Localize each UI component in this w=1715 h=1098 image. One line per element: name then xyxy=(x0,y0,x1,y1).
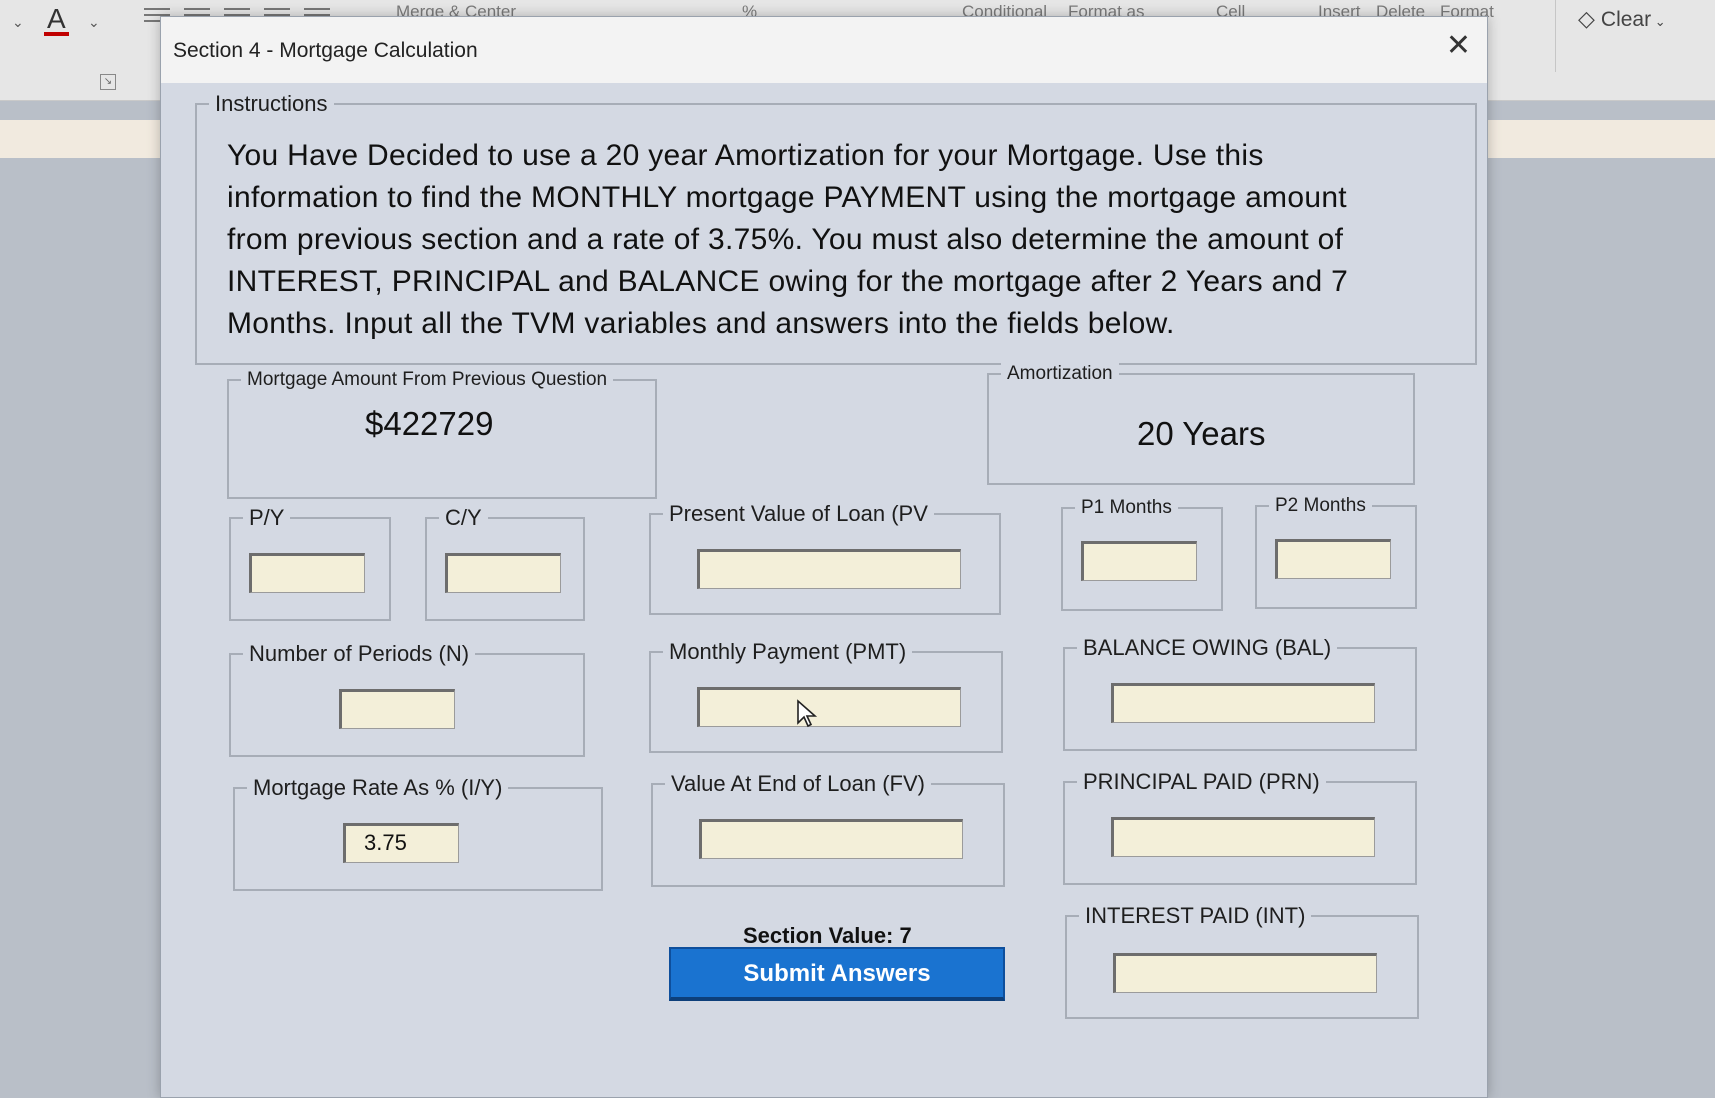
n-input[interactable] xyxy=(339,689,455,729)
pv-label: Present Value of Loan (PV xyxy=(663,501,934,527)
mortgage-amount-value: $422729 xyxy=(365,405,494,442)
instructions-group: Instructions You Have Decided to use a 2… xyxy=(195,91,1477,365)
p2-months-group: P2 Months xyxy=(1255,495,1417,609)
dialog-title: Section 4 - Mortgage Calculation xyxy=(173,39,478,62)
n-group: Number of Periods (N) xyxy=(229,641,585,757)
p1-months-label: P1 Months xyxy=(1075,497,1178,519)
p2-months-label: P2 Months xyxy=(1269,495,1372,517)
pmt-label: Monthly Payment (PMT) xyxy=(663,639,913,665)
fv-group: Value At End of Loan (FV) xyxy=(651,771,1005,887)
iy-label: Mortgage Rate As % (I/Y) xyxy=(247,775,509,801)
amortization-group: Amortization 20 Years xyxy=(987,363,1415,485)
fv-label: Value At End of Loan (FV) xyxy=(665,771,931,797)
clear-label: Clear xyxy=(1600,8,1652,31)
section-value-text: Section Value: 7 xyxy=(743,923,912,948)
prn-label: PRINCIPAL PAID (PRN) xyxy=(1077,769,1326,795)
bal-label: BALANCE OWING (BAL) xyxy=(1077,635,1338,661)
prn-group: PRINCIPAL PAID (PRN) xyxy=(1063,769,1417,885)
prn-input[interactable] xyxy=(1111,817,1375,857)
mouse-cursor-icon xyxy=(797,699,818,728)
mortgage-calculation-dialog: Section 4 - Mortgage Calculation ✕ Instr… xyxy=(160,16,1488,1098)
pmt-group: Monthly Payment (PMT) xyxy=(649,639,1003,753)
instructions-text: You Have Decided to use a 20 year Amorti… xyxy=(227,139,1349,340)
instructions-label: Instructions xyxy=(209,91,334,117)
cy-label: C/Y xyxy=(439,505,488,531)
close-icon[interactable]: ✕ xyxy=(1446,31,1471,61)
bal-group: BALANCE OWING (BAL) xyxy=(1063,635,1417,751)
dialog-titlebar: Section 4 - Mortgage Calculation ✕ xyxy=(161,17,1487,83)
dialog-launcher-icon[interactable]: ↘ xyxy=(100,74,116,90)
ribbon-divider xyxy=(1555,0,1556,72)
submit-answers-button[interactable]: Submit Answers xyxy=(669,947,1005,1001)
p2-months-input[interactable] xyxy=(1275,539,1391,579)
eraser-icon: ◇ xyxy=(1578,6,1595,31)
p1-months-group: P1 Months xyxy=(1061,497,1223,611)
int-input[interactable] xyxy=(1113,953,1377,993)
pmt-input[interactable] xyxy=(697,687,961,727)
p1-months-input[interactable] xyxy=(1081,541,1197,581)
cy-group: C/Y xyxy=(425,505,585,621)
fv-input[interactable] xyxy=(699,819,963,859)
pv-input[interactable] xyxy=(697,549,961,589)
py-input[interactable] xyxy=(249,553,365,593)
mortgage-amount-label: Mortgage Amount From Previous Question xyxy=(241,369,614,391)
cy-input[interactable] xyxy=(445,553,561,593)
int-group: INTEREST PAID (INT) xyxy=(1065,903,1419,1019)
pv-group: Present Value of Loan (PV xyxy=(649,501,1001,615)
amortization-label: Amortization xyxy=(1001,363,1119,385)
amortization-value: 20 Years xyxy=(1137,415,1266,452)
chevron-down-icon: ⌄ xyxy=(1651,14,1666,29)
int-label: INTEREST PAID (INT) xyxy=(1079,903,1312,929)
iy-group: Mortgage Rate As % (I/Y) 3.75 xyxy=(233,775,603,891)
py-label: P/Y xyxy=(243,505,291,531)
bal-input[interactable] xyxy=(1111,683,1375,723)
mortgage-amount-group: Mortgage Amount From Previous Question $… xyxy=(227,369,657,499)
py-group: P/Y xyxy=(229,505,391,621)
iy-input[interactable]: 3.75 xyxy=(343,823,459,863)
clear-button[interactable]: ◇ Clear ⌄ xyxy=(1578,6,1666,32)
n-label: Number of Periods (N) xyxy=(243,641,476,667)
